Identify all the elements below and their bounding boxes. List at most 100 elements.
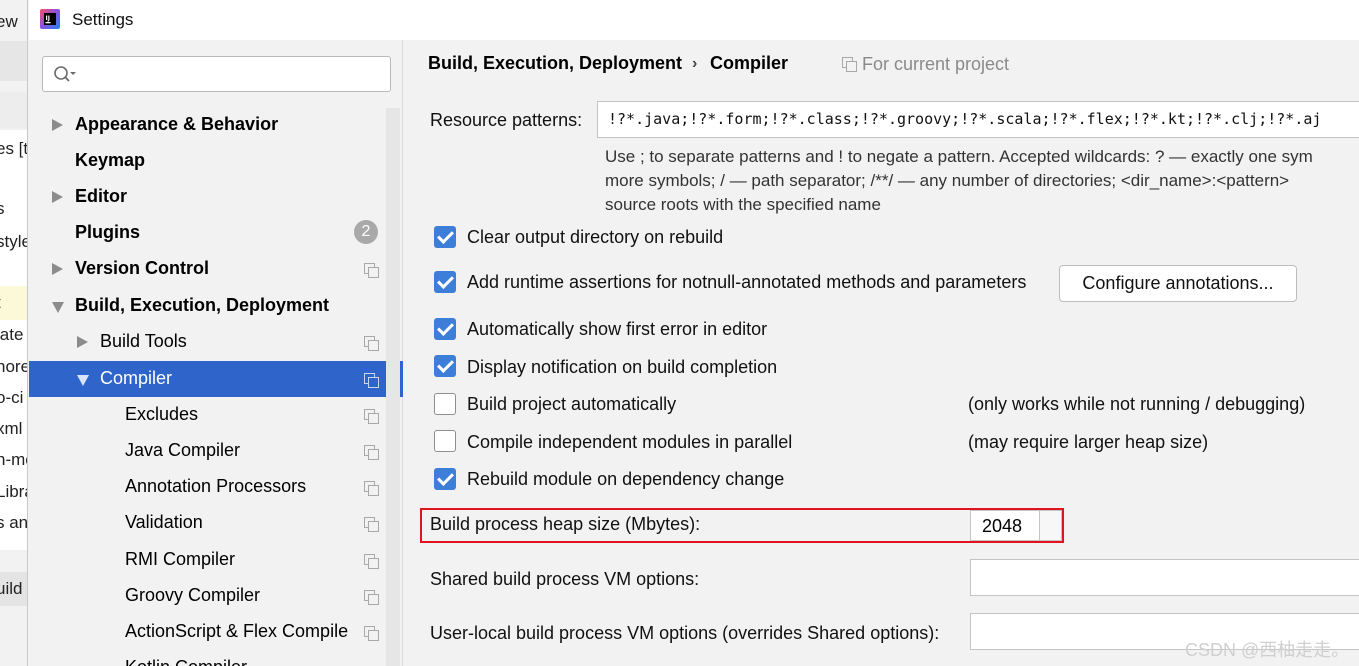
bg-text: xml (0, 419, 23, 438)
sidebar-item-label: ActionScript & Flex Compile (125, 621, 349, 641)
sidebar-item-label: Build, Execution, Deployment (75, 295, 330, 315)
bg-highlight-line (0, 286, 27, 320)
build-notification-label[interactable]: Display notification on build completion (467, 357, 777, 378)
compiler-settings-panel: Build, Execution, Deployment › Compiler … (404, 40, 1359, 666)
project-scope-icon (364, 263, 379, 278)
bg-text: es [t (0, 139, 28, 158)
bg-text: s (0, 199, 5, 219)
sidebar-item-excludes[interactable]: Excludes (29, 397, 403, 433)
sidebar-item-label: Kotlin Compiler (125, 657, 247, 666)
project-scope-icon (364, 373, 379, 388)
build-automatically-label[interactable]: Build project automatically (467, 394, 676, 415)
build-notification-checkbox[interactable] (434, 355, 456, 377)
sidebar-item-version-control[interactable]: Version Control (29, 251, 403, 287)
build-automatically-checkbox[interactable] (434, 393, 456, 415)
sidebar-item-keymap[interactable]: Keymap (29, 143, 403, 179)
resource-patterns-label: Resource patterns: (430, 110, 583, 130)
expand-arrow-icon[interactable] (77, 336, 88, 348)
sidebar-item-build-execution-deployment[interactable]: Build, Execution, Deployment (29, 288, 403, 324)
sidebar-item-label: Compiler (100, 368, 173, 388)
expand-arrow-icon[interactable] (52, 263, 63, 275)
sidebar-scrollbar[interactable] (386, 108, 400, 666)
patterns-hint-line-2: more symbols; / — path separator; /**/ —… (605, 171, 1290, 190)
project-scope-icon (364, 626, 379, 641)
shared-vm-options-input[interactable] (970, 559, 1359, 596)
parallel-compile-label[interactable]: Compile independent modules in parallel (467, 432, 792, 453)
sidebar-item-label: Groovy Compiler (125, 585, 261, 605)
plugins-update-badge: 2 (354, 220, 378, 244)
project-scope-icon (364, 590, 379, 605)
project-scope-icon (364, 481, 379, 496)
intellij-logo-icon: IJ (40, 9, 60, 29)
sidebar-item-compiler[interactable]: Compiler (29, 361, 403, 397)
sidebar-item-label: Plugins (75, 222, 141, 242)
breadcrumb-separator: › (692, 55, 698, 72)
runtime-assertions-checkbox[interactable] (434, 271, 456, 293)
clear-output-checkbox[interactable] (434, 226, 456, 248)
title-bar: IJ Settings (29, 0, 1359, 40)
scope-label: For current project (862, 54, 1010, 74)
sidebar-item-label: Appearance & Behavior (75, 114, 279, 134)
settings-sidebar: Appearance & Behavior Keymap Editor Plug… (29, 40, 403, 666)
heap-size-spinner[interactable] (1040, 510, 1062, 541)
heap-size-input[interactable]: 2048 (970, 510, 1040, 541)
bg-text: t (0, 293, 1, 313)
sidebar-item-editor[interactable]: Editor (29, 179, 403, 215)
search-icon (54, 66, 76, 82)
configure-annotations-button[interactable]: Configure annotations... (1059, 265, 1297, 302)
runtime-assertions-label[interactable]: Add runtime assertions for notnull-annot… (467, 272, 1026, 293)
sidebar-item-annotation-processors[interactable]: Annotation Processors (29, 469, 403, 505)
parallel-compile-checkbox[interactable] (434, 430, 456, 452)
bg-text: s and (0, 513, 28, 532)
bg-text: nore (0, 357, 27, 376)
bg-toolbar (0, 41, 27, 81)
expand-arrow-icon[interactable] (52, 119, 63, 131)
sidebar-item-label: Build Tools (100, 331, 187, 351)
window-title: Settings (72, 10, 134, 29)
patterns-hint-line-1: Use ; to separate patterns and ! to nega… (605, 147, 1313, 166)
bg-text: n-me (0, 450, 27, 469)
sidebar-item-plugins[interactable]: Plugins 2 (29, 215, 403, 251)
sidebar-item-build-tools[interactable]: Build Tools (29, 324, 403, 360)
sidebar-item-label: Excludes (125, 404, 199, 424)
shared-vm-options-label: Shared build process VM options: (430, 569, 700, 589)
clear-output-label[interactable]: Clear output directory on rebuild (467, 227, 723, 248)
bg-text: style (0, 232, 27, 251)
sidebar-item-label: RMI Compiler (125, 549, 236, 569)
bg-text: uild (0, 579, 23, 598)
sidebar-item-appearance-behavior[interactable]: Appearance & Behavior (29, 107, 403, 143)
project-scope-icon (364, 409, 379, 424)
resource-patterns-input[interactable]: !?*.java;!?*.form;!?*.class;!?*.groovy;!… (597, 101, 1359, 138)
breadcrumb-current: Compiler (710, 53, 789, 73)
collapse-arrow-icon[interactable] (77, 375, 89, 386)
project-scope-icon (364, 445, 379, 460)
sidebar-item-validation[interactable]: Validation (29, 505, 403, 541)
build-automatically-note: (only works while not running / debuggin… (968, 394, 1306, 414)
sidebar-item-actionscript-flex-compiler[interactable]: ActionScript & Flex Compile (29, 614, 403, 650)
rebuild-on-dependency-label[interactable]: Rebuild module on dependency change (467, 469, 784, 490)
sidebar-item-java-compiler[interactable]: Java Compiler (29, 433, 403, 469)
svg-text:IJ: IJ (46, 15, 50, 22)
breadcrumb-parent[interactable]: Build, Execution, Deployment (428, 53, 682, 74)
project-scope-icon (364, 517, 379, 532)
sidebar-item-label: Editor (75, 186, 127, 206)
rebuild-on-dependency-checkbox[interactable] (434, 468, 456, 490)
patterns-hint-line-3: source roots with the specified name (605, 195, 881, 214)
sidebar-item-kotlin-compiler[interactable]: Kotlin Compiler (29, 650, 403, 666)
sidebar-item-groovy-compiler[interactable]: Groovy Compiler (29, 578, 403, 614)
bg-text: ew (0, 12, 18, 31)
heap-size-label: Build process heap size (Mbytes): (430, 514, 701, 534)
expand-arrow-icon[interactable] (52, 191, 63, 203)
sidebar-item-label: Keymap (75, 150, 146, 170)
sidebar-item-label: Java Compiler (125, 440, 241, 460)
sidebar-item-rmi-compiler[interactable]: RMI Compiler (29, 542, 403, 578)
bg-toolbar-2 (0, 92, 27, 128)
settings-search-input[interactable] (42, 56, 391, 92)
show-first-error-label[interactable]: Automatically show first error in editor (467, 319, 767, 340)
bg-text: o-ci (0, 388, 24, 407)
show-first-error-checkbox[interactable] (434, 318, 456, 340)
project-scope-icon (364, 336, 379, 351)
collapse-arrow-icon[interactable] (52, 302, 64, 313)
watermark: CSDN @西柚走走。 (1185, 640, 1350, 660)
background-window: ew es [t s style t late nore o-ci xml n-… (0, 0, 28, 666)
